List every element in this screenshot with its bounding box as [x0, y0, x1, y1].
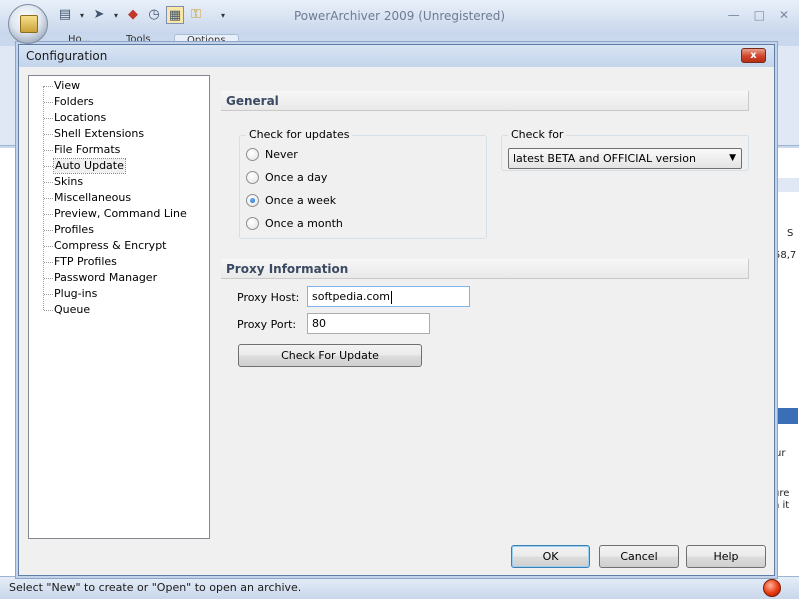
check-for-updates-legend: Check for updates [246, 128, 353, 141]
nav-item-skins[interactable]: Skins [54, 175, 83, 189]
text-caret [390, 290, 392, 304]
proxy-host-input[interactable]: softpedia.com [307, 286, 470, 307]
nav-item-view[interactable]: View [54, 79, 80, 93]
app-title: PowerArchiver 2009 (Unregistered) [293, 9, 506, 23]
radio-once-a-day[interactable]: Once a day [246, 171, 327, 184]
status-text: Select "New" to create or "Open" to open… [9, 581, 302, 594]
check-for-selected-value: latest BETA and OFFICIAL version [513, 152, 696, 165]
radio-label: Once a week [265, 194, 337, 207]
radio-button-icon[interactable] [246, 171, 259, 184]
dialog-titlebar: Configuration x [19, 45, 774, 67]
nav-item-ftp-profiles[interactable]: FTP Profiles [54, 255, 117, 269]
tree-connector [44, 278, 53, 279]
right-panel-text: n it [773, 500, 790, 511]
chevron-down-icon[interactable]: ▼ [729, 149, 736, 168]
proxy-host-label: Proxy Host: [237, 291, 300, 304]
nav-item-miscellaneous[interactable]: Miscellaneous [54, 191, 131, 205]
nav-item-auto-update[interactable]: Auto Update [53, 158, 126, 174]
right-panel-text: ure [773, 488, 790, 499]
nav-item-password-manager[interactable]: Password Manager [54, 271, 157, 285]
tree-connector [44, 294, 53, 295]
check-for-update-button[interactable]: Check For Update [238, 344, 422, 367]
radio-button-checked-icon[interactable] [246, 194, 259, 207]
maximize-icon[interactable]: □ [754, 8, 765, 22]
proxy-port-label: Proxy Port: [237, 318, 297, 331]
nav-item-shell-extensions[interactable]: Shell Extensions [54, 127, 144, 141]
radio-label: Never [265, 148, 298, 161]
check-for-group: Check for latest BETA and OFFICIAL versi… [501, 128, 749, 171]
close-icon[interactable]: x [741, 48, 766, 63]
nav-item-locations[interactable]: Locations [54, 111, 106, 125]
ok-button[interactable]: OK [511, 545, 590, 568]
tree-connector [44, 262, 53, 263]
nav-item-profiles[interactable]: Profiles [54, 223, 94, 237]
nav-item-compress-encrypt[interactable]: Compress & Encrypt [54, 239, 167, 253]
check-for-dropdown[interactable]: latest BETA and OFFICIAL version ▼ [508, 148, 742, 169]
right-panel-text: S [787, 228, 794, 239]
help-button[interactable]: Help [686, 545, 766, 568]
left-panel [0, 148, 20, 578]
tree-connector [44, 102, 53, 103]
radio-button-icon[interactable] [246, 217, 259, 230]
tree-connector [44, 214, 53, 215]
tree-connector [44, 86, 53, 87]
nav-item-file-formats[interactable]: File Formats [54, 143, 120, 157]
nav-item-queue[interactable]: Queue [54, 303, 90, 317]
general-section-header: General [221, 91, 749, 111]
tree-connector [44, 246, 53, 247]
minimize-icon[interactable]: — [728, 8, 740, 22]
status-bar: Select "New" to create or "Open" to open… [0, 576, 799, 599]
tree-connector [44, 118, 53, 119]
tree-connector [44, 150, 53, 151]
cancel-button[interactable]: Cancel [599, 545, 679, 568]
tree-connector [44, 182, 53, 183]
tree-connector [44, 166, 53, 167]
check-for-updates-group: Check for updates Never Once a day Once … [239, 128, 487, 239]
general-section-title: General [226, 94, 279, 108]
radio-button-icon[interactable] [246, 148, 259, 161]
tree-connector [44, 134, 53, 135]
radio-once-a-week[interactable]: Once a week [246, 194, 336, 207]
settings-nav-tree: View Folders Locations Shell Extensions … [28, 75, 210, 539]
radio-once-a-month[interactable]: Once a month [246, 217, 343, 230]
app-menu-button[interactable] [8, 4, 48, 44]
configuration-dialog: Configuration x View Folders Locations S… [18, 44, 775, 576]
close-window-icon[interactable]: ✕ [779, 8, 789, 22]
right-panel-text: ur [775, 448, 786, 459]
status-indicator-icon[interactable] [763, 579, 781, 597]
radio-label: Once a day [265, 171, 328, 184]
check-for-legend: Check for [508, 128, 567, 141]
nav-item-folders[interactable]: Folders [54, 95, 94, 109]
tree-connector [44, 198, 53, 199]
radio-never[interactable]: Never [246, 148, 298, 161]
dialog-title: Configuration [26, 49, 108, 63]
archive-logo-icon [20, 15, 38, 33]
nav-item-plug-ins[interactable]: Plug-ins [54, 287, 97, 301]
proxy-section-header: Proxy Information [221, 259, 749, 279]
tree-connector [44, 230, 53, 231]
window-controls: — □ ✕ [728, 8, 789, 22]
proxy-port-value: 80 [312, 317, 326, 330]
proxy-host-value: softpedia.com [312, 290, 390, 303]
app-titlebar: ▤ ▾ ➤ ▾ ◆ ◷ ▦ ⚿ ▾ PowerArchiver 2009 (Un… [0, 0, 799, 34]
right-panel-text: 58,7 [774, 250, 797, 261]
proxy-section-title: Proxy Information [226, 262, 349, 276]
radio-label: Once a month [265, 217, 343, 230]
proxy-port-input[interactable]: 80 [307, 313, 430, 334]
nav-item-preview-command-line[interactable]: Preview, Command Line [54, 207, 187, 221]
tree-connector [44, 310, 53, 311]
